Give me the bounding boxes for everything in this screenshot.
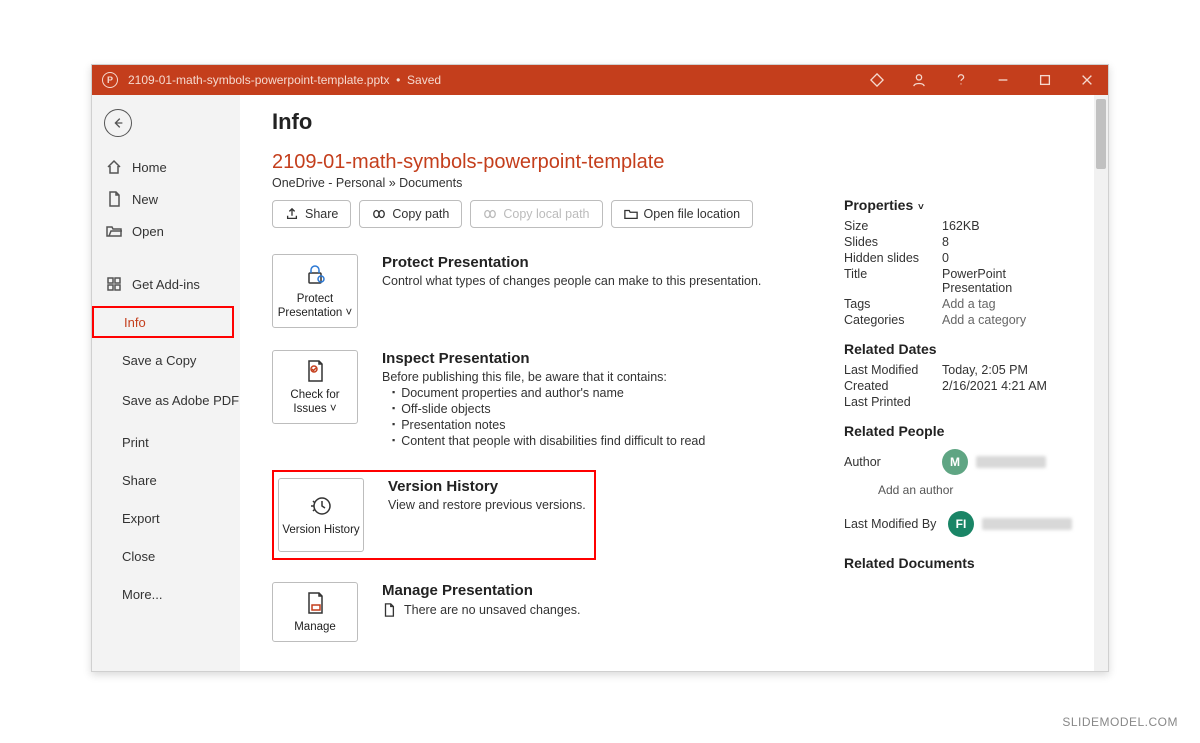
version-history-highlight: Version History Version History View and…	[272, 470, 596, 560]
page-title: Info	[272, 109, 1108, 135]
version-heading: Version History	[388, 478, 586, 495]
scrollbar-thumb[interactable]	[1096, 99, 1106, 169]
inspect-item: Document properties and author's name	[392, 386, 705, 400]
date-printed: Last Printed	[844, 395, 1074, 409]
sidebar-addins[interactable]: Get Add-ins	[92, 268, 240, 300]
open-location-button[interactable]: Open file location	[611, 200, 754, 228]
prop-tags: TagsAdd a tag	[844, 297, 1074, 311]
prop-hidden: Hidden slides0	[844, 251, 1074, 265]
modifier-name-redacted	[982, 518, 1072, 530]
protect-heading: Protect Presentation	[382, 254, 761, 271]
document-icon	[382, 603, 396, 617]
prop-categories: CategoriesAdd a category	[844, 313, 1074, 327]
sidebar-share[interactable]: Share	[92, 464, 240, 496]
backstage-sidebar: Home New Open Get Add-ins Info Save a Co…	[92, 95, 240, 671]
version-history-tile[interactable]: Version History	[278, 478, 364, 552]
date-modified: Last ModifiedToday, 2:05 PM	[844, 363, 1074, 377]
sidebar-more[interactable]: More...	[92, 578, 240, 610]
protect-tile-label: Protect Presentation ˅	[275, 292, 355, 321]
date-created: Created2/16/2021 4:21 AM	[844, 379, 1074, 393]
inspect-heading: Inspect Presentation	[382, 350, 705, 367]
scrollbar[interactable]	[1094, 95, 1108, 671]
open-icon	[106, 223, 122, 239]
app-window: P 2109-01-math-symbols-powerpoint-templa…	[91, 64, 1109, 672]
people-header: Related People	[844, 423, 1074, 439]
manage-section: Manage Manage Presentation There are no …	[272, 582, 1108, 642]
inspect-tile[interactable]: Check for Issues ˅	[272, 350, 358, 424]
sidebar-save-pdf[interactable]: Save as Adobe PDF	[92, 382, 240, 420]
history-icon	[309, 493, 333, 519]
inspect-item: Off-slide objects	[392, 402, 705, 416]
author-name-redacted	[976, 456, 1046, 468]
lock-icon	[303, 262, 327, 288]
sidebar-new[interactable]: New	[92, 183, 240, 215]
copy-path-button[interactable]: Copy path	[359, 200, 462, 228]
sidebar-export[interactable]: Export	[92, 502, 240, 534]
avatar: M	[942, 449, 968, 475]
minimize-icon[interactable]	[982, 65, 1024, 95]
inspect-lead: Before publishing this file, be aware th…	[382, 370, 705, 384]
home-icon	[106, 159, 122, 175]
title-bar: P 2109-01-math-symbols-powerpoint-templa…	[92, 65, 1108, 95]
sidebar-open[interactable]: Open	[92, 215, 240, 247]
diamond-icon[interactable]	[856, 65, 898, 95]
inspect-tile-label: Check for Issues ˅	[275, 388, 355, 417]
close-icon[interactable]	[1066, 65, 1108, 95]
add-author-link[interactable]: Add an author	[878, 483, 1074, 497]
docs-header: Related Documents	[844, 555, 1074, 571]
copy-local-path-button: Copy local path	[470, 200, 602, 228]
inspect-list: Document properties and author's name Of…	[382, 386, 705, 448]
share-button[interactable]: Share	[272, 200, 351, 228]
version-history-label: Version History	[282, 523, 359, 537]
maximize-icon[interactable]	[1024, 65, 1066, 95]
addins-icon	[106, 276, 122, 292]
dates-header: Related Dates	[844, 341, 1074, 357]
back-button[interactable]	[104, 109, 132, 137]
document-path[interactable]: OneDrive - Personal » Documents	[272, 176, 1108, 190]
version-desc: View and restore previous versions.	[388, 498, 586, 512]
file-name: 2109-01-math-symbols-powerpoint-template…	[128, 73, 441, 87]
user-icon[interactable]	[898, 65, 940, 95]
sidebar-close[interactable]: Close	[92, 540, 240, 572]
main-content: Info 2109-01-math-symbols-powerpoint-tem…	[240, 95, 1108, 671]
avatar: FI	[948, 511, 974, 537]
inspect-item: Presentation notes	[392, 418, 705, 432]
prop-slides: Slides8	[844, 235, 1074, 249]
manage-tile[interactable]: Manage	[272, 582, 358, 642]
modifier-person[interactable]: FI	[948, 511, 1072, 537]
author-person[interactable]: M	[942, 449, 1046, 475]
manage-desc: There are no unsaved changes.	[404, 603, 581, 617]
watermark: SLIDEMODEL.COM	[1062, 715, 1178, 729]
properties-header[interactable]: Properties ˅	[844, 197, 1074, 213]
chevron-down-icon: ˅	[915, 202, 924, 213]
prop-title: TitlePowerPoint Presentation	[844, 267, 1074, 295]
manage-heading: Manage Presentation	[382, 582, 581, 599]
document-title: 2109-01-math-symbols-powerpoint-template	[272, 151, 1108, 174]
manage-icon	[303, 590, 327, 616]
help-icon[interactable]	[940, 65, 982, 95]
sidebar-home[interactable]: Home	[92, 151, 240, 183]
powerpoint-logo-icon: P	[102, 72, 118, 88]
sidebar-print[interactable]: Print	[92, 426, 240, 458]
prop-size: Size162KB	[844, 219, 1074, 233]
properties-panel: Properties ˅ Size162KB Slides8 Hidden sl…	[844, 197, 1074, 577]
protect-desc: Control what types of changes people can…	[382, 274, 761, 288]
sidebar-save-copy[interactable]: Save a Copy	[92, 344, 240, 376]
sidebar-info[interactable]: Info	[92, 306, 234, 338]
inspect-item: Content that people with disabilities fi…	[392, 434, 705, 448]
new-icon	[106, 191, 122, 207]
check-icon	[303, 358, 327, 384]
protect-tile[interactable]: Protect Presentation ˅	[272, 254, 358, 328]
manage-tile-label: Manage	[294, 620, 336, 634]
